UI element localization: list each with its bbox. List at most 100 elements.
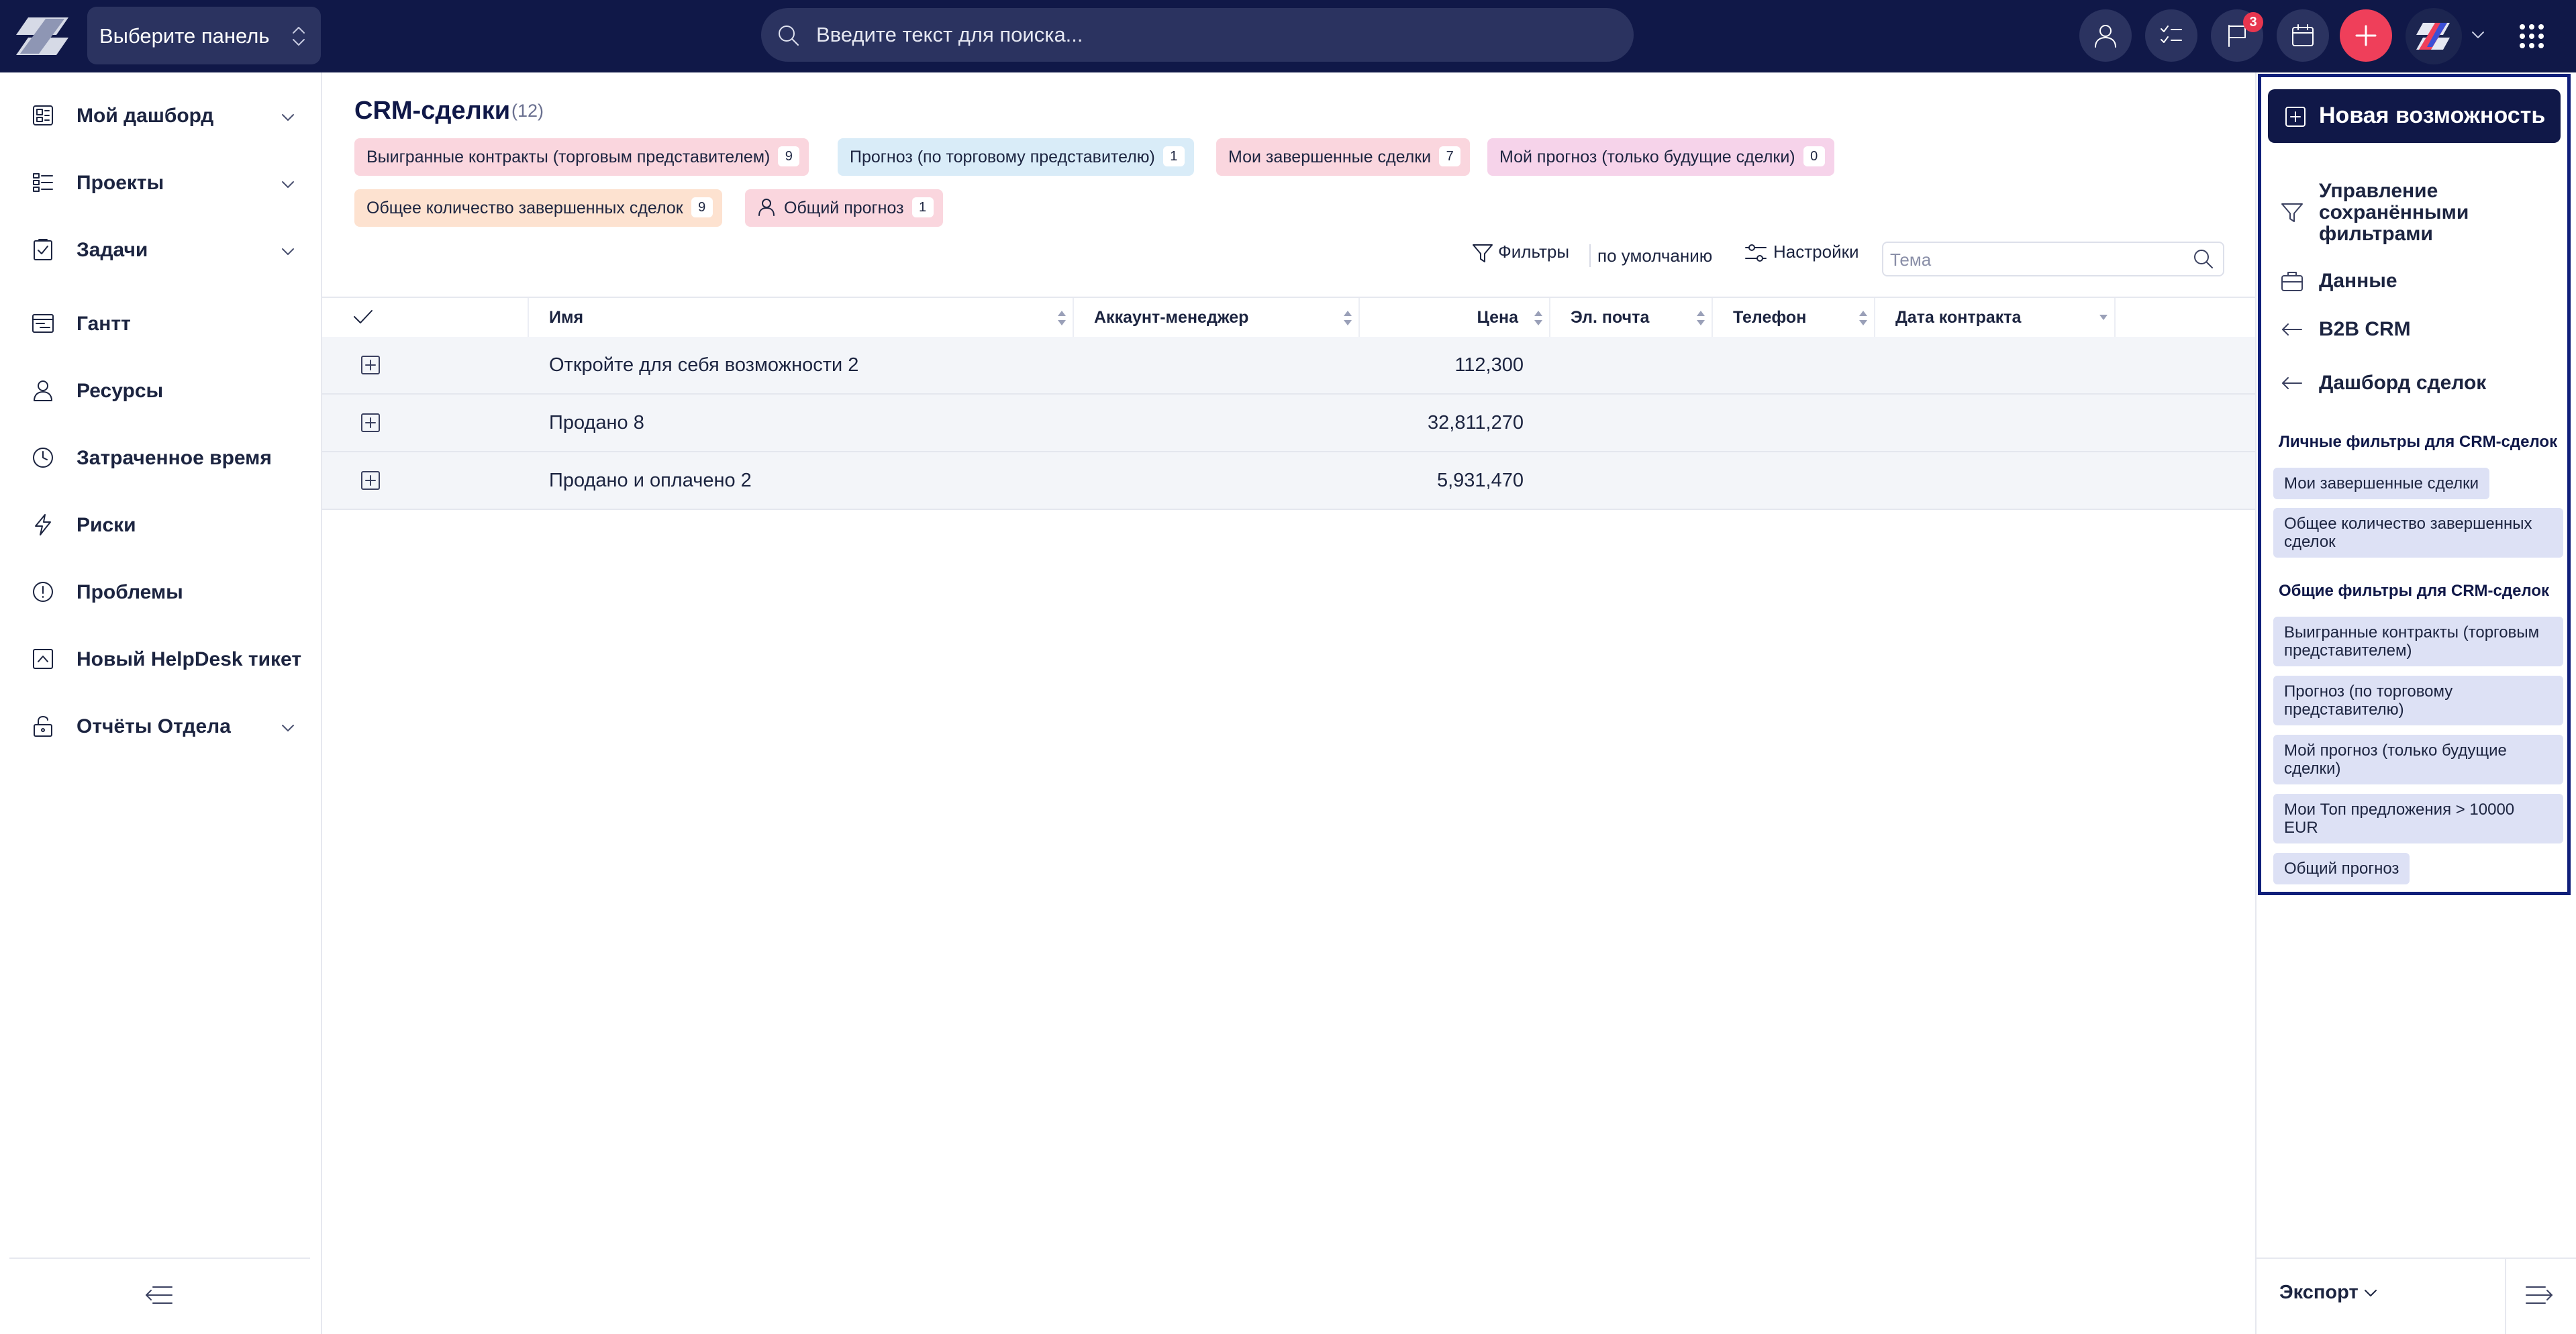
sidebar-item-resources[interactable]: Ресурсы: [0, 365, 321, 419]
sidebar-item-issues[interactable]: Проблемы: [0, 566, 321, 620]
select-all-column[interactable]: [322, 298, 529, 337]
panel-select[interactable]: Выберите панель: [87, 7, 321, 64]
sidebar-item-time-spent[interactable]: Затраченное время: [0, 432, 321, 486]
plus-icon: [2355, 25, 2377, 46]
personal-filter-item[interactable]: Общее количество завершенных сделок: [2273, 508, 2563, 558]
column-header-email[interactable]: Эл. почта: [1549, 298, 1713, 337]
chevron-down-icon[interactable]: [279, 109, 297, 126]
export-button[interactable]: Экспорт: [2279, 1282, 2379, 1304]
settings-button[interactable]: Настройки: [1744, 242, 1859, 264]
column-header-price[interactable]: Цена: [1358, 298, 1550, 337]
sidebar-item-label: Проекты: [77, 172, 164, 194]
search-input[interactable]: [815, 17, 1609, 52]
global-search[interactable]: [761, 8, 1634, 62]
chevron-down-icon[interactable]: [279, 176, 297, 193]
checklist-button[interactable]: [2145, 9, 2197, 62]
deals-dashboard-link[interactable]: Дашборд сделок: [2261, 371, 2570, 398]
filter-chip[interactable]: Общее количество завершенных сделок 9: [354, 189, 722, 227]
sidebar-item-label: Мой дашборд: [77, 105, 214, 127]
sort-icon[interactable]: [1342, 309, 1353, 327]
column-header-phone[interactable]: Телефон: [1712, 298, 1875, 337]
sidebar-item-helpdesk[interactable]: Новый HelpDesk тикет: [0, 633, 321, 687]
row-count: 8: [633, 412, 644, 433]
chevron-down-icon[interactable]: [2470, 27, 2486, 43]
b2b-crm-link[interactable]: B2B CRM: [2261, 317, 2570, 344]
user-icon: [2095, 25, 2116, 48]
sidebar-item-tasks[interactable]: Задачи: [0, 224, 321, 278]
filter-chip-count: 7: [1439, 146, 1461, 167]
sidebar-item-gantt[interactable]: Гантт: [0, 298, 321, 352]
apps-grid-icon[interactable]: [2518, 23, 2545, 50]
column-header-contract-date[interactable]: Дата контракта: [1874, 298, 2116, 337]
arrow-left-icon: [2280, 317, 2304, 342]
new-opportunity-button[interactable]: Новая возможность: [2268, 89, 2561, 143]
filter-chip[interactable]: Мой прогноз (только будущие сделки) 0: [1487, 138, 1834, 176]
filter-icon: [1473, 244, 1493, 263]
sidebar-item-label: Проблемы: [77, 581, 183, 603]
row-name: Откройте для себя возможности 2: [549, 354, 859, 376]
filter-chip-label: Мой прогноз (только будущие сделки): [1499, 148, 1795, 166]
sort-icon[interactable]: [1695, 309, 1706, 327]
row-count: 2: [848, 354, 859, 376]
notifications-button[interactable]: 3: [2211, 9, 2263, 62]
add-square-icon: [2285, 107, 2306, 127]
row-price: 5,931,470: [1436, 470, 1524, 491]
chevron-down-icon[interactable]: [279, 243, 297, 260]
row-name: Продано и оплачено 2: [549, 470, 752, 491]
topic-search-input[interactable]: [1889, 247, 2173, 272]
table-row[interactable]: Продано 8 32,811,270: [322, 395, 2255, 452]
data-link[interactable]: Данные: [2261, 269, 2570, 296]
lock-icon: [31, 714, 55, 738]
filter-chip[interactable]: Выигранные контракты (торговым представи…: [354, 138, 809, 176]
avatar[interactable]: [2406, 8, 2462, 64]
sidebar-item-risks[interactable]: Риски: [0, 499, 321, 553]
sort-icon[interactable]: [1056, 309, 1067, 327]
expand-group-icon[interactable]: [360, 412, 381, 433]
profile-button[interactable]: [2079, 9, 2132, 62]
sidebar-item-reports[interactable]: Отчёты Отдела: [0, 701, 321, 754]
shared-filter-item[interactable]: Выигранные контракты (торговым представи…: [2273, 617, 2563, 666]
shared-filters-heading: Общие фильтры для CRM-сделок: [2279, 582, 2550, 600]
search-icon[interactable]: [2192, 248, 2215, 270]
sidebar-item-label: Новый HelpDesk тикет: [77, 648, 302, 670]
column-header-account-manager[interactable]: Аккаунт-менеджер: [1073, 298, 1360, 337]
alert-icon: [31, 580, 55, 604]
sort-icon[interactable]: [1533, 309, 1544, 327]
filter-chip-label: Прогноз (по торговому представителю): [850, 148, 1155, 166]
collapse-panel-icon[interactable]: [2524, 1282, 2555, 1309]
calendar-button[interactable]: [2277, 9, 2329, 62]
sidebar-item-dashboard[interactable]: Мой дашборд: [0, 90, 321, 144]
sidebar-item-projects[interactable]: Проекты: [0, 157, 321, 211]
chevron-down-icon[interactable]: [279, 719, 297, 737]
app-logo[interactable]: [15, 16, 70, 56]
expand-group-icon[interactable]: [360, 354, 381, 376]
table-row[interactable]: Откройте для себя возможности 2 112,300: [322, 337, 2255, 395]
sidebar-item-label: Задачи: [77, 239, 148, 261]
table-row[interactable]: Продано и оплачено 2 5,931,470: [322, 452, 2255, 510]
collapse-sidebar-icon[interactable]: [144, 1282, 175, 1309]
row-price: 112,300: [1454, 354, 1524, 376]
personal-filters-heading: Личные фильтры для CRM-сделок: [2279, 433, 2558, 451]
filter-chip[interactable]: Мои завершенные сделки 7: [1216, 138, 1471, 176]
person-icon: [31, 378, 55, 403]
shared-filter-item[interactable]: Мои Топ предложения > 10000 EUR: [2273, 794, 2563, 843]
user-icon: [757, 197, 776, 217]
column-header-name[interactable]: Имя: [528, 298, 1074, 337]
sort-desc-icon[interactable]: [2098, 309, 2109, 327]
shared-filter-item[interactable]: Мой прогноз (только будущие сделки): [2273, 735, 2563, 784]
topic-search[interactable]: [1882, 242, 2224, 276]
filter-chip-label: Выигранные контракты (торговым представи…: [366, 148, 771, 166]
sort-icon[interactable]: [1858, 309, 1869, 327]
filter-chip[interactable]: Прогноз (по торговому представителю) 1: [838, 138, 1194, 176]
filters-button[interactable]: Фильтры: [1471, 242, 1569, 264]
default-view-button[interactable]: по умолчанию: [1597, 246, 1712, 266]
clock-icon: [31, 446, 55, 470]
manage-saved-filters-link[interactable]: Управление сохранёнными фильтрами: [2261, 179, 2570, 246]
add-button[interactable]: [2340, 9, 2392, 62]
shared-filter-item[interactable]: Прогноз (по торговому представителю): [2273, 676, 2563, 725]
expand-group-icon[interactable]: [360, 470, 381, 491]
filter-chip[interactable]: Общий прогноз 1: [745, 189, 943, 227]
divider: [2505, 1259, 2506, 1334]
shared-filter-item[interactable]: Общий прогноз: [2273, 853, 2410, 884]
personal-filter-item[interactable]: Мои завершенные сделки: [2273, 468, 2490, 499]
